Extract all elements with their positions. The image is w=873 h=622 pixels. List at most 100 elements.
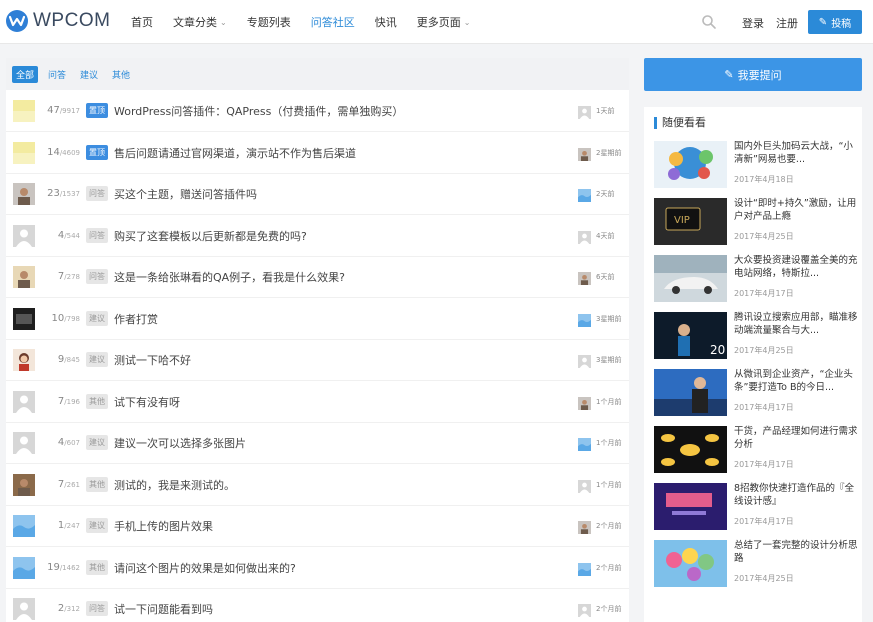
- question-title[interactable]: 试下有没有呀: [114, 394, 180, 410]
- category-tag[interactable]: 置顶: [86, 144, 108, 160]
- category-tag[interactable]: 其他: [86, 393, 108, 409]
- article-item[interactable]: VIP 设计“即时+持久”激励，让用户对产品上瘾 2017年4月25日: [654, 198, 859, 248]
- article-title[interactable]: 干货，产品经理如何进行需求分析: [734, 425, 859, 451]
- nav-item[interactable]: 问答社区: [311, 14, 355, 30]
- nav-item[interactable]: 文章分类 ⌄: [173, 14, 227, 30]
- last-reply-avatar[interactable]: [578, 229, 591, 244]
- article-thumbnail[interactable]: 20: [654, 312, 727, 359]
- tab-all[interactable]: 全部: [12, 66, 39, 83]
- article-title[interactable]: 腾讯设立搜索应用部，瞄准移动端流量聚合与大...: [734, 311, 859, 337]
- article-thumbnail[interactable]: [654, 141, 727, 188]
- article-title[interactable]: 设计“即时+持久”激励，让用户对产品上瘾: [734, 197, 859, 223]
- last-reply-avatar[interactable]: [578, 519, 591, 534]
- article-item[interactable]: 20 腾讯设立搜索应用部，瞄准移动端流量聚合与大... 2017年4月25日: [654, 312, 859, 362]
- article-thumbnail[interactable]: [654, 483, 727, 530]
- search-icon[interactable]: [701, 14, 717, 30]
- question-row[interactable]: 2/312 问答 试一下问题能看到吗 2个月前: [6, 589, 629, 622]
- category-tag[interactable]: 问答: [86, 186, 108, 201]
- question-title[interactable]: 购买了这套模板以后更新都是免费的吗?: [114, 228, 307, 244]
- nav-item[interactable]: 快讯: [375, 14, 397, 30]
- last-reply-avatar[interactable]: [578, 146, 591, 161]
- category-tag[interactable]: 建议: [86, 435, 108, 450]
- category-tag[interactable]: 问答: [86, 601, 108, 616]
- article-thumbnail[interactable]: [654, 426, 727, 473]
- article-thumbnail[interactable]: VIP: [654, 198, 727, 245]
- last-reply-avatar[interactable]: [578, 602, 591, 617]
- register-link[interactable]: 注册: [776, 15, 798, 31]
- question-title[interactable]: 试一下问题能看到吗: [114, 601, 213, 617]
- question-row[interactable]: 14/4609 置顶 售后问题请通过官网渠道，演示站不作为售后渠道 2星期前: [6, 133, 629, 174]
- article-item[interactable]: 国内外巨头加码云大战，“小清新”网易也要... 2017年4月18日: [654, 141, 859, 191]
- site-logo[interactable]: WPCOM: [6, 10, 110, 32]
- ask-question-button[interactable]: ✎ 我要提问: [644, 58, 862, 91]
- tab-suggestion[interactable]: 建议: [80, 66, 98, 83]
- category-tag[interactable]: 建议: [86, 518, 108, 533]
- login-link[interactable]: 登录: [742, 15, 764, 31]
- last-reply-avatar[interactable]: [578, 187, 591, 202]
- question-title[interactable]: 请问这个图片的效果是如何做出来的?: [114, 560, 296, 576]
- category-tag[interactable]: 建议: [86, 310, 108, 326]
- view-count: /196: [64, 397, 80, 406]
- last-reply-avatar[interactable]: [578, 478, 591, 493]
- question-title[interactable]: 作者打赏: [114, 311, 158, 327]
- question-row[interactable]: 1/247 建议 手机上传的图片效果 2个月前: [6, 506, 629, 547]
- nav-item[interactable]: 更多页面 ⌄: [417, 14, 471, 30]
- category-tag[interactable]: 置顶: [86, 103, 108, 118]
- widget-title: 随便看看: [654, 117, 706, 129]
- question-title[interactable]: 手机上传的图片效果: [114, 518, 213, 534]
- last-reply-avatar[interactable]: [578, 436, 591, 451]
- answer-view-counts: 19/1462: [30, 562, 80, 573]
- post-button[interactable]: ✎ 投稿: [808, 10, 862, 34]
- last-reply-avatar[interactable]: [578, 312, 591, 327]
- article-title[interactable]: 大众要投资建设覆盖全美的充电站网络，特斯拉...: [734, 254, 859, 280]
- last-activity-time: 3星期前: [596, 314, 622, 323]
- question-row[interactable]: 19/1462 其他 请问这个图片的效果是如何做出来的? 2个月前: [6, 548, 629, 589]
- view-count: /798: [64, 314, 80, 323]
- answer-view-counts: 7/261: [30, 479, 80, 490]
- question-row[interactable]: 7/261 其他 测试的，我是来测试的。 1个月前: [6, 465, 629, 506]
- question-title[interactable]: 建议一次可以选择多张图片: [114, 435, 246, 451]
- view-count: /845: [64, 356, 80, 364]
- last-reply-avatar[interactable]: [578, 270, 591, 285]
- article-title[interactable]: 总结了一套完整的设计分析思路: [734, 539, 859, 565]
- question-title[interactable]: 这是一条给张琳看的QA例子，看我是什么效果?: [114, 269, 345, 285]
- article-item[interactable]: 大众要投资建设覆盖全美的充电站网络，特斯拉... 2017年4月17日: [654, 255, 859, 305]
- question-title[interactable]: 售后问题请通过官网渠道，演示站不作为售后渠道: [114, 145, 356, 161]
- question-row[interactable]: 7/278 问答 这是一条给张琳看的QA例子，看我是什么效果? 6天前: [6, 257, 629, 298]
- tab-qa[interactable]: 问答: [48, 66, 66, 83]
- article-thumbnail[interactable]: [654, 369, 727, 416]
- article-title[interactable]: 国内外巨头加码云大战，“小清新”网易也要...: [734, 140, 859, 166]
- article-thumbnail[interactable]: [654, 540, 727, 587]
- nav-item[interactable]: 首页: [131, 14, 153, 30]
- tab-other[interactable]: 其他: [112, 66, 130, 83]
- article-item[interactable]: 干货，产品经理如何进行需求分析 2017年4月17日: [654, 426, 859, 476]
- article-item[interactable]: 8招教你快速打造作品的『全线设计感』 2017年4月17日: [654, 483, 859, 533]
- question-row[interactable]: 10/798 建议 作者打赏 3星期前: [6, 299, 629, 340]
- last-reply-avatar[interactable]: [578, 353, 591, 368]
- question-row[interactable]: 7/196 其他 试下有没有呀 1个月前: [6, 382, 629, 423]
- category-tag[interactable]: 其他: [86, 476, 108, 492]
- question-title[interactable]: WordPress问答插件：QAPress（付费插件，需单独购买）: [114, 103, 403, 119]
- article-item[interactable]: 总结了一套完整的设计分析思路 2017年4月25日: [654, 540, 859, 590]
- question-row[interactable]: 47/9917 置顶 WordPress问答插件：QAPress（付费插件，需单独购…: [6, 91, 629, 132]
- article-title[interactable]: 8招教你快速打造作品的『全线设计感』: [734, 482, 859, 508]
- category-tag[interactable]: 问答: [86, 269, 108, 284]
- article-item[interactable]: 从微讯到企业资产，“企业头条”要打造To B的今日... 2017年4月17日: [654, 369, 859, 419]
- article-title[interactable]: 从微讯到企业资产，“企业头条”要打造To B的今日...: [734, 368, 859, 394]
- question-title[interactable]: 买这个主题，赠送问答插件吗: [114, 186, 257, 202]
- question-title[interactable]: 测试的，我是来测试的。: [114, 477, 235, 493]
- category-tag[interactable]: 建议: [86, 352, 108, 367]
- question-title[interactable]: 测试一下哈不好: [114, 352, 191, 368]
- article-thumbnail[interactable]: [654, 255, 727, 302]
- last-reply-avatar[interactable]: [578, 104, 591, 119]
- question-row[interactable]: 23/1537 问答 买这个主题，赠送问答插件吗 2天前: [6, 174, 629, 215]
- nav-item[interactable]: 专题列表: [247, 14, 291, 30]
- question-row[interactable]: 4/544 问答 购买了这套模板以后更新都是免费的吗? 4天前: [6, 216, 629, 257]
- question-row[interactable]: 4/607 建议 建议一次可以选择多张图片 1个月前: [6, 423, 629, 464]
- last-reply-avatar[interactable]: [578, 395, 591, 410]
- category-tag[interactable]: 问答: [86, 227, 108, 243]
- category-tag[interactable]: 其他: [86, 559, 108, 575]
- last-reply-avatar[interactable]: [578, 561, 591, 576]
- wpcom-logo-icon: [6, 10, 28, 32]
- question-row[interactable]: 9/845 建议 测试一下哈不好 3星期前: [6, 340, 629, 381]
